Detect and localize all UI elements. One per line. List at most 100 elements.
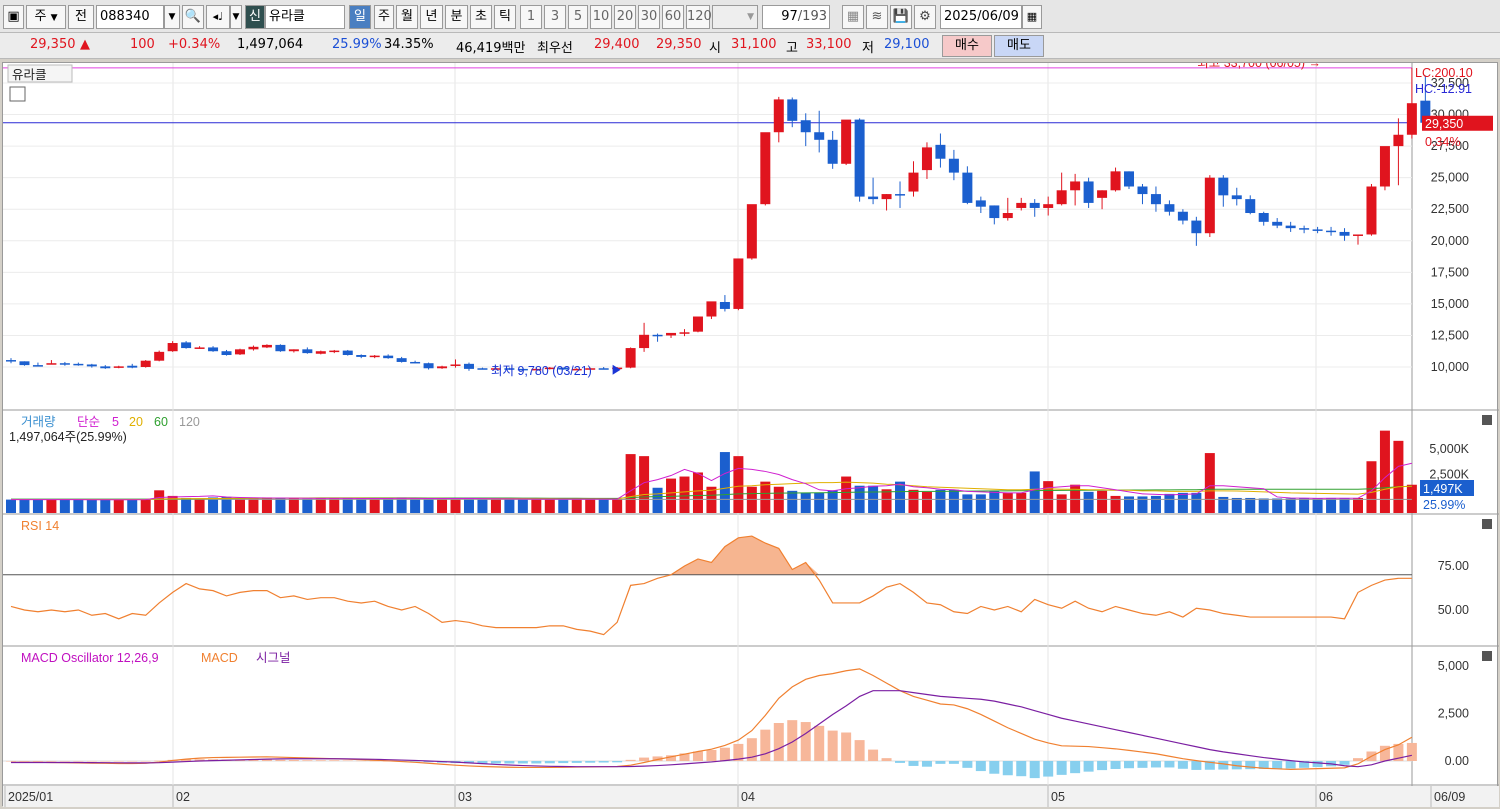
candle-body xyxy=(19,361,30,366)
interval-button[interactable]: 30 xyxy=(638,5,660,29)
volume-bar xyxy=(989,490,1000,513)
period-tab[interactable]: 일 xyxy=(349,5,371,29)
gear-icon[interactable]: ⚙ xyxy=(914,5,936,29)
volume-bar xyxy=(504,499,515,513)
candle-body xyxy=(32,365,43,367)
period-tab[interactable]: 월 xyxy=(396,5,418,29)
candle-body xyxy=(1097,190,1108,198)
page-counter-input[interactable]: 97/193 xyxy=(762,5,830,29)
up-triangle-icon: ▲ xyxy=(80,37,90,52)
macd-legend: MACD xyxy=(201,651,238,665)
candle-body xyxy=(221,351,232,356)
candle-body xyxy=(140,360,151,367)
interval-button[interactable]: 10 xyxy=(590,5,612,29)
period-tab[interactable]: 초 xyxy=(470,5,492,29)
candle-body xyxy=(167,343,178,352)
candle-body xyxy=(261,344,272,348)
volume-bar xyxy=(248,498,259,513)
macd-histogram-bar xyxy=(1097,761,1108,771)
speaker-dropdown-button[interactable]: ▼ xyxy=(230,5,242,29)
calendar-icon[interactable]: ▦ xyxy=(1022,5,1042,29)
volume-bar xyxy=(490,499,501,513)
volume-bar xyxy=(315,498,326,513)
best-bid-label: 최우선 xyxy=(537,41,573,56)
save-icon[interactable]: 💾 xyxy=(890,5,912,29)
volume-bar xyxy=(1150,495,1161,513)
candle-body xyxy=(868,196,879,200)
speaker-icon[interactable]: ◂♩ xyxy=(206,5,230,29)
period-tab[interactable]: 틱 xyxy=(494,5,516,29)
open-label: 시 xyxy=(709,41,721,56)
volume-bar xyxy=(194,498,205,513)
macd-histogram-bar xyxy=(329,760,340,761)
volume-bar xyxy=(1029,471,1040,513)
candle-body xyxy=(895,194,906,196)
x-axis-label: 05 xyxy=(1051,790,1065,804)
volume-bar xyxy=(450,498,461,513)
interval-button[interactable]: 20 xyxy=(614,5,636,29)
type-select[interactable]: 주 ▼ xyxy=(26,5,66,29)
interval-dropdown[interactable]: ▼ xyxy=(712,5,758,29)
chart-menu-icon[interactable]: ▣ xyxy=(3,5,24,29)
ratio-value: 34.35% xyxy=(384,37,434,52)
macd-histogram-bar xyxy=(1029,761,1040,779)
stock-code-input[interactable]: 088340 xyxy=(96,5,164,29)
candle-body xyxy=(248,346,259,350)
grid-icon[interactable]: ▦ xyxy=(842,5,864,29)
sell-button[interactable]: 매도 xyxy=(994,35,1044,57)
candle-body xyxy=(746,204,757,259)
volume-bar xyxy=(612,499,623,513)
macd-histogram-bar xyxy=(504,761,515,764)
candle-body xyxy=(463,363,474,369)
interval-button[interactable]: 120 xyxy=(686,5,712,29)
macd-histogram-bar xyxy=(356,760,367,762)
volume-current-label: 1,497K xyxy=(1423,482,1463,496)
rsi-tick-label: 50.00 xyxy=(1438,603,1469,617)
volume-bar xyxy=(46,499,57,513)
prev-button[interactable]: 전 xyxy=(68,5,94,29)
interval-button[interactable]: 1 xyxy=(520,5,542,29)
candle-body xyxy=(706,301,717,317)
candle-body xyxy=(423,363,434,369)
period-tab[interactable]: 분 xyxy=(445,5,468,29)
volume-bar xyxy=(275,497,286,513)
volume-bar xyxy=(881,489,892,513)
candle-body xyxy=(315,351,326,354)
volume-bar xyxy=(1177,492,1188,513)
code-dropdown-button[interactable]: ▼ xyxy=(164,5,180,29)
period-tab[interactable]: 주 xyxy=(374,5,394,29)
candle-body xyxy=(1218,177,1229,196)
volume-bar xyxy=(1339,497,1350,513)
macd-histogram-bar xyxy=(827,730,838,761)
macd-histogram-bar xyxy=(490,761,501,764)
buy-button[interactable]: 매수 xyxy=(942,35,992,57)
date-input[interactable]: 2025/06/09 xyxy=(940,5,1022,29)
stock-name-field[interactable]: 유라클 xyxy=(265,5,345,29)
candle-body xyxy=(1137,186,1148,195)
interval-button[interactable]: 5 xyxy=(568,5,588,29)
macd-histogram-bar xyxy=(531,761,542,764)
interval-button[interactable]: 3 xyxy=(544,5,566,29)
search-icon[interactable]: 🔍 xyxy=(182,5,204,29)
volume-bar xyxy=(302,498,313,513)
rsi-title: RSI 14 xyxy=(21,519,59,533)
macd-histogram-bar xyxy=(558,761,569,764)
macd-histogram-bar xyxy=(302,760,313,761)
candle-body xyxy=(288,349,299,352)
period-tab[interactable]: 년 xyxy=(420,5,443,29)
stock-chart[interactable]: 32,500 30,000 27,500 25,000 22,500 20,000 17,5… xyxy=(2,62,1499,807)
volume-bar xyxy=(895,481,906,513)
volume-tick-label: 2,500K xyxy=(1429,468,1469,482)
x-axis-label: 2025/01 xyxy=(8,790,53,804)
chart-style-icon[interactable]: ≋ xyxy=(866,5,888,29)
macd-histogram-bar xyxy=(315,760,326,761)
price-tick-label: 25,000 xyxy=(1431,171,1469,185)
candle-body xyxy=(1312,229,1323,231)
macd-histogram-bar xyxy=(773,723,784,761)
close-icon xyxy=(1482,651,1492,661)
macd-histogram-bar xyxy=(1002,761,1013,776)
amount-value: 46,419백만 xyxy=(456,41,526,56)
price-tick-label: 15,000 xyxy=(1431,297,1469,311)
candle-body xyxy=(733,258,744,309)
interval-button[interactable]: 60 xyxy=(662,5,684,29)
